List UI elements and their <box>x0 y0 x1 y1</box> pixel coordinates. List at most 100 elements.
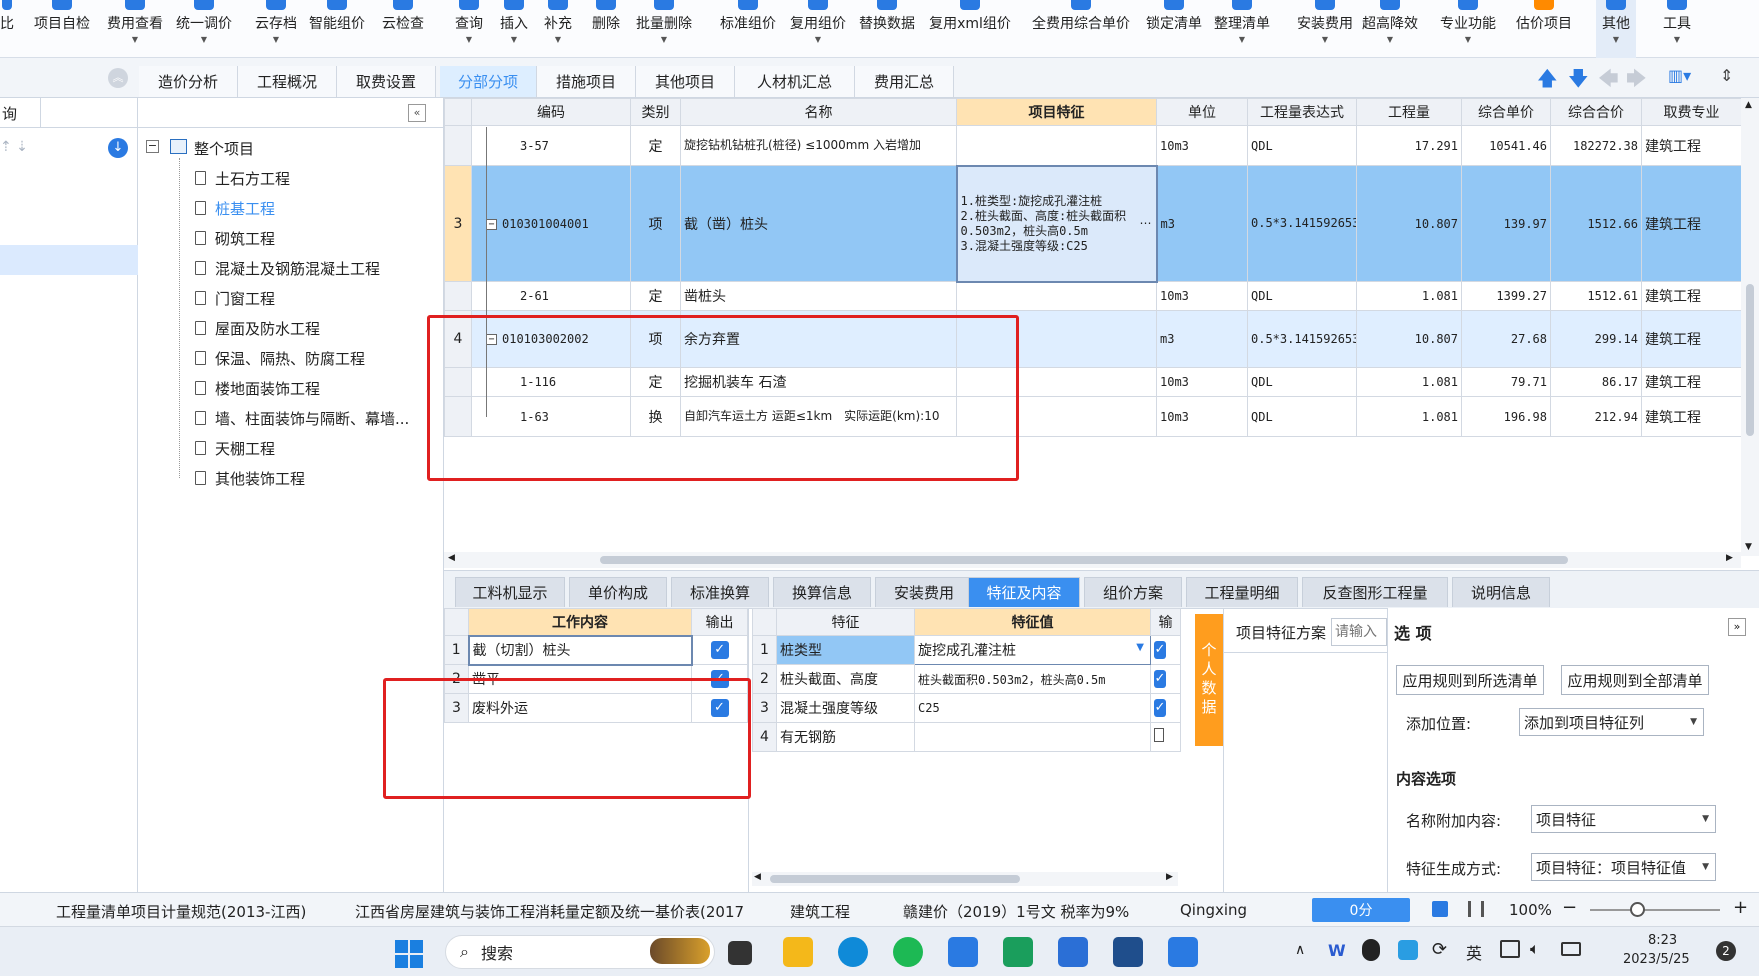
cell-feature-editing[interactable]: 1.桩类型:旋挖成孔灌注桩 2.桩头截面、高度:桩头截面积0.503m2，桩头高… <box>955 164 1158 283</box>
cell-total-price[interactable]: 212.94 <box>1550 396 1642 437</box>
toolbar-item-full-fee-price[interactable]: 全费用综合单价 <box>1025 0 1137 58</box>
toolbar-item-tools[interactable]: 工具 ▼ <box>1659 0 1695 58</box>
tab-quantity-detail[interactable]: 工程量明细 <box>1186 577 1298 607</box>
col-code[interactable]: 编码 <box>471 98 631 126</box>
ime-indicator[interactable]: 英 <box>1466 940 1482 964</box>
cell-code[interactable]: 2-61 <box>471 281 631 311</box>
scroll-thumb[interactable] <box>600 556 1568 564</box>
toolbar-item-query[interactable]: 查询 ▼ <box>452 0 486 58</box>
toolbar-item-height-reduce[interactable]: 超高降效 ▼ <box>1358 0 1422 58</box>
scroll-up-icon[interactable]: ▲ <box>1745 100 1752 110</box>
zoom-in-icon[interactable]: + <box>1733 897 1748 918</box>
toolbar-item-install-fee[interactable]: 安装费用 ▼ <box>1293 0 1357 58</box>
tab-labor-display[interactable]: 工料机显示 <box>455 577 565 607</box>
cell-unit[interactable]: 10m3 <box>1156 396 1248 437</box>
cell-unit-price[interactable]: 196.98 <box>1461 396 1551 437</box>
cell-expression[interactable]: 0.5*3.1415926535*0.4*0.4*43 <box>1247 310 1357 368</box>
col-expression[interactable]: 工程量表达式 <box>1247 98 1357 126</box>
col-specialty[interactable]: 取费专业 <box>1641 98 1742 126</box>
wps-sheet-icon[interactable] <box>1003 937 1033 967</box>
cell-feature-output[interactable]: ✓ <box>1150 635 1181 665</box>
clock-date[interactable]: 2023/5/25 <box>1623 952 1690 967</box>
file-explorer-icon[interactable] <box>783 937 813 967</box>
toolbar-item-supplement[interactable]: 补充 ▼ <box>541 0 575 58</box>
tree-item-doors-windows[interactable]: 门窗工程 <box>195 284 275 312</box>
checkbox-checked-icon[interactable]: ✓ <box>1154 670 1166 688</box>
wps-tray-icon[interactable]: W <box>1328 941 1346 960</box>
tab-standard-conversion[interactable]: 标准换算 <box>671 577 769 607</box>
edge-browser-icon[interactable] <box>838 937 868 967</box>
move-down-icon[interactable]: 🡇 <box>1568 64 1589 98</box>
col-unit[interactable]: 单位 <box>1156 98 1248 126</box>
cell-unit-price[interactable]: 79.71 <box>1461 367 1551 397</box>
col-unit-price[interactable]: 综合单价 <box>1461 98 1551 126</box>
cell-feature-output[interactable]: ✓ <box>1150 664 1181 694</box>
cell-name[interactable]: 截（凿）桩头 <box>680 165 957 282</box>
features-hscrollbar[interactable]: ◀ ▶ <box>752 872 1178 886</box>
collapse-right-icon[interactable]: » <box>1728 618 1746 636</box>
tree-root[interactable]: 整个项目 <box>194 134 254 162</box>
app-icon[interactable] <box>948 937 978 967</box>
cell-feature-value[interactable]: C25 <box>914 693 1151 723</box>
cell-feature[interactable] <box>956 281 1157 311</box>
table-row[interactable]: 2 桩头截面、高度 桩头截面积0.503m2，桩头高0.5m ✓ <box>752 664 1181 694</box>
tab-description[interactable]: 说明信息 <box>1452 577 1550 607</box>
tree-collapse-icon[interactable]: − <box>146 140 159 153</box>
cell-quantity[interactable]: 10.807 <box>1356 310 1462 368</box>
windows-start-icon[interactable] <box>395 940 423 968</box>
cell-code[interactable]: −010301004001 <box>471 165 631 282</box>
checkbox-checked-icon[interactable]: ✓ <box>1154 641 1166 659</box>
dropdown-arrow-icon[interactable]: ▼ <box>1136 642 1144 653</box>
table-row[interactable]: 2-61 定 凿桩头 10m3 QDL 1.081 1399.27 1512.6… <box>444 281 1742 311</box>
cell-expression[interactable]: QDL <box>1247 367 1357 397</box>
sync-icon[interactable]: ⟳ <box>1432 939 1447 960</box>
cell-unit-price[interactable]: 10541.46 <box>1461 125 1551 166</box>
toolbar-item-replace-data[interactable]: 替换数据 <box>855 0 919 58</box>
toolbar-item-cloud-archive[interactable]: 云存档 ▼ <box>252 0 300 58</box>
toolbar-item-smart-pricing[interactable]: 智能组价 <box>305 0 369 58</box>
cell-feature-value[interactable] <box>914 722 1151 752</box>
score-badge[interactable]: 0分 <box>1312 898 1410 922</box>
tab-labor-material[interactable]: 人材机汇总 <box>735 66 855 97</box>
tab-sub-items[interactable]: 分部分项 <box>440 66 537 97</box>
more-icon[interactable]: … <box>1140 213 1152 227</box>
tree-item-roof[interactable]: 屋面及防水工程 <box>195 314 320 342</box>
tree-item-wall[interactable]: 墙、柱面装饰与隔断、幕墙... <box>195 404 409 432</box>
toolbar-item-standard-pricing[interactable]: 标准组价 <box>716 0 780 58</box>
cell-feature-name[interactable]: 桩头截面、高度 <box>776 664 915 694</box>
tab-reverse-graphic[interactable]: 反查图形工程量 <box>1302 577 1448 607</box>
toolbar-item-reuse-pricing[interactable]: 复用组价 ▼ <box>786 0 850 58</box>
tree-item-ceiling[interactable]: 天棚工程 <box>195 434 275 462</box>
tab-cost-analysis[interactable]: 造价分析 <box>139 66 238 97</box>
toolbar-item-reuse-xml[interactable]: 复用xml组价 <box>925 0 1015 58</box>
tab-other-items[interactable]: 其他项目 <box>636 66 735 97</box>
move-right-icon[interactable]: 🡆 <box>1626 64 1647 98</box>
cell-unit-price[interactable]: 139.97 <box>1461 165 1551 282</box>
table-row[interactable]: 3-57 定 旋挖钻机钻桩孔(桩径) ≤1000mm 入岩增加 10m3 QDL… <box>444 125 1742 166</box>
cell-code[interactable]: 3-57 <box>471 125 631 166</box>
col-feature-value[interactable]: 特征值 <box>914 608 1151 636</box>
col-name[interactable]: 名称 <box>680 98 957 126</box>
cell-specialty[interactable]: 建筑工程 <box>1641 367 1742 397</box>
cell-specialty[interactable]: 建筑工程 <box>1641 281 1742 311</box>
scroll-left-icon[interactable]: ◀ <box>754 872 761 882</box>
cell-quantity[interactable]: 1.081 <box>1356 396 1462 437</box>
cell-total-price[interactable]: 1512.61 <box>1550 281 1642 311</box>
cell-specialty[interactable]: 建筑工程 <box>1641 165 1742 282</box>
move-left-icon[interactable]: 🡄 <box>1598 64 1619 98</box>
toolbar-item-estimate[interactable]: 估价项目 <box>1512 0 1576 58</box>
cell-feature-output[interactable]: ✓ <box>1150 693 1181 723</box>
tab-price-composition[interactable]: 单价构成 <box>569 577 667 607</box>
tab-install-fee[interactable]: 安装费用 <box>875 577 973 607</box>
scroll-thumb[interactable] <box>1746 284 1754 436</box>
toolbar-item-self-check[interactable]: 项目自检 <box>30 0 94 58</box>
cell-quantity[interactable]: 1.081 <box>1356 281 1462 311</box>
cell-unit[interactable]: m3 <box>1156 310 1248 368</box>
cell-expression[interactable]: QDL <box>1247 125 1357 166</box>
zoom-slider[interactable] <box>1590 909 1720 911</box>
zoom-slider-thumb[interactable] <box>1630 902 1645 917</box>
move-up-icon[interactable]: 🡅 <box>1537 64 1558 98</box>
cell-expression[interactable]: 0.5*3.1415926535*0.4*0.4*43 <box>1247 165 1357 282</box>
cell-feature-name[interactable]: 桩类型 <box>776 635 915 665</box>
cell-category[interactable]: 定 <box>630 125 681 166</box>
